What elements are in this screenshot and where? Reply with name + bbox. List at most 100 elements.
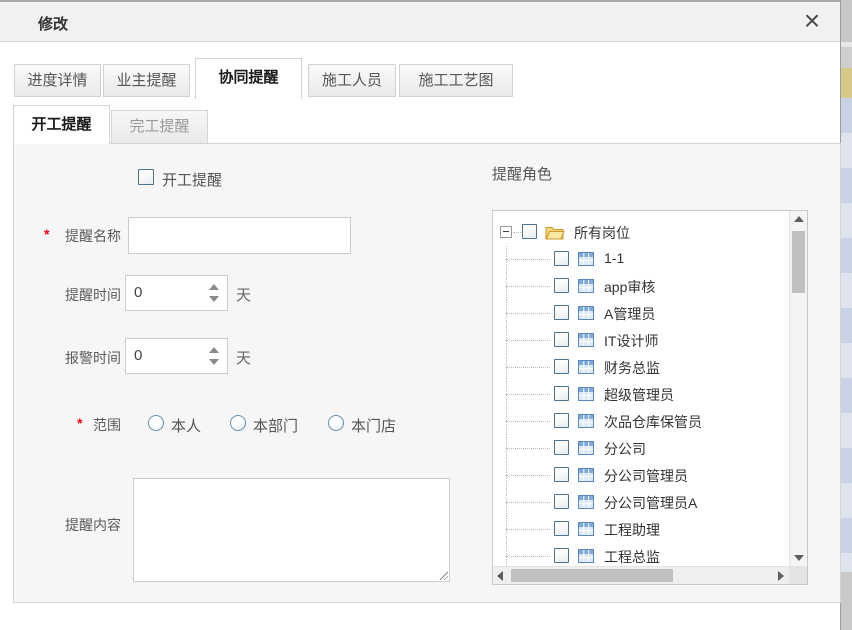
tree-row: IT设计师	[493, 327, 789, 354]
tree-root-label[interactable]: 所有岗位	[574, 223, 630, 243]
horizontal-scroll-track[interactable]	[509, 567, 773, 584]
start-reminder-panel: 开工提醒 * 提醒名称 提醒时间 0 天 报警时间 0	[13, 143, 841, 603]
subtab-start-reminder[interactable]: 开工提醒	[13, 105, 110, 144]
role-table-icon	[578, 359, 594, 378]
scroll-right-icon[interactable]	[773, 567, 789, 584]
remind-time-label: 提醒时间	[54, 285, 121, 305]
scope-radio-store[interactable]	[328, 415, 344, 431]
role-label[interactable]: app审核	[604, 277, 655, 297]
role-checkbox[interactable]	[554, 251, 569, 266]
role-table-icon	[578, 467, 594, 486]
remind-time-stepper[interactable]: 0	[125, 275, 228, 311]
role-label[interactable]: 超级管理员	[604, 385, 674, 405]
alarm-time-unit: 天	[236, 347, 251, 368]
role-label[interactable]: IT设计师	[604, 331, 658, 351]
role-table-icon	[578, 440, 594, 459]
role-label[interactable]: 工程总监	[604, 547, 660, 566]
role-checkbox[interactable]	[554, 548, 569, 563]
reminder-name-input[interactable]	[128, 217, 351, 254]
reminder-content-label: 提醒内容	[54, 515, 121, 535]
role-label[interactable]: 次品仓库保管员	[604, 412, 702, 432]
tree-row: 分公司管理员	[493, 462, 789, 489]
tab-construction-staff[interactable]: 施工人员	[308, 64, 396, 97]
role-checkbox[interactable]	[554, 467, 569, 482]
role-table-icon	[578, 305, 594, 324]
vertical-scroll-thumb[interactable]	[792, 231, 805, 293]
tree-row: 1-1	[493, 246, 789, 273]
subtab-finish-reminder[interactable]: 完工提醒	[111, 110, 208, 144]
tab-collab-reminder[interactable]: 协同提醒	[195, 58, 302, 99]
role-label[interactable]: 财务总监	[604, 358, 660, 378]
scope-option-store-label: 本门店	[351, 415, 396, 436]
modify-dialog: 修改 × 进度详情 业主提醒 协同提醒 施工人员 施工工艺图 开工提醒 完工提醒…	[0, 0, 841, 630]
reminder-content-textarea[interactable]	[133, 478, 450, 582]
role-table-icon	[578, 521, 594, 540]
tab-process-diagram[interactable]: 施工工艺图	[399, 64, 513, 97]
tree-row: 次品仓库保管员	[493, 408, 789, 435]
role-checkbox[interactable]	[554, 386, 569, 401]
role-table-icon	[578, 332, 594, 351]
role-table-icon	[578, 494, 594, 513]
tab-owner-reminder[interactable]: 业主提醒	[103, 64, 190, 97]
enable-start-reminder-checkbox[interactable]	[138, 169, 154, 185]
required-marker: *	[44, 226, 49, 242]
role-label[interactable]: 工程助理	[604, 520, 660, 540]
tree-row: A管理员	[493, 300, 789, 327]
role-table-icon	[578, 386, 594, 405]
stepper-up-icon[interactable]	[209, 284, 219, 290]
scope-option-department-label: 本部门	[253, 415, 298, 436]
role-checkbox[interactable]	[554, 305, 569, 320]
role-table-icon	[578, 251, 594, 270]
roles-tree-content: 所有岗位 1-1 app审核 A管理员 IT设计师 财务总监 超级管理员 次品仓…	[493, 211, 789, 566]
role-checkbox[interactable]	[554, 332, 569, 347]
roles-header: 提醒角色	[492, 163, 552, 184]
role-label[interactable]: 分公司	[604, 439, 646, 459]
background-table-rows	[841, 98, 852, 572]
tab-progress-detail[interactable]: 进度详情	[14, 64, 101, 97]
role-checkbox[interactable]	[554, 494, 569, 509]
role-label[interactable]: 分公司管理员	[604, 466, 688, 486]
vertical-scrollbar[interactable]	[789, 211, 807, 566]
tree-row: 财务总监	[493, 354, 789, 381]
scope-radio-department[interactable]	[230, 415, 246, 431]
role-checkbox[interactable]	[554, 521, 569, 536]
role-label[interactable]: A管理员	[604, 304, 655, 324]
close-icon[interactable]: ×	[796, 4, 828, 38]
tree-row: 超级管理员	[493, 381, 789, 408]
scope-label: 范围	[54, 415, 121, 435]
tree-row: app审核	[493, 273, 789, 300]
role-checkbox[interactable]	[554, 359, 569, 374]
horizontal-scroll-thumb[interactable]	[511, 569, 673, 582]
tree-row: 分公司	[493, 435, 789, 462]
role-table-icon	[578, 548, 594, 566]
scope-radio-self[interactable]	[148, 415, 164, 431]
reminder-name-label: 提醒名称	[54, 226, 121, 246]
tree-row: 工程助理	[493, 516, 789, 543]
role-table-icon	[578, 278, 594, 297]
scope-option-self-label: 本人	[171, 415, 201, 436]
role-checkbox[interactable]	[554, 278, 569, 293]
alarm-time-stepper[interactable]: 0	[125, 338, 228, 374]
stepper-up-icon[interactable]	[209, 347, 219, 353]
vertical-scroll-track[interactable]	[790, 227, 807, 550]
roles-tree: 所有岗位 1-1 app审核 A管理员 IT设计师 财务总监 超级管理员 次品仓…	[492, 210, 808, 585]
remind-time-value: 0	[134, 284, 142, 301]
alarm-time-value: 0	[134, 347, 142, 364]
collapse-icon[interactable]	[500, 226, 512, 238]
scroll-down-icon[interactable]	[790, 550, 807, 566]
role-label[interactable]: 分公司管理员A	[604, 493, 697, 513]
scroll-left-icon[interactable]	[493, 567, 509, 584]
enable-start-reminder-label: 开工提醒	[162, 169, 222, 190]
scroll-up-icon[interactable]	[790, 211, 807, 227]
role-table-icon	[578, 413, 594, 432]
stepper-down-icon[interactable]	[209, 359, 219, 365]
role-label[interactable]: 1-1	[604, 250, 624, 266]
role-checkbox[interactable]	[554, 440, 569, 455]
alarm-time-label: 报警时间	[54, 348, 121, 368]
tree-row: 分公司管理员A	[493, 489, 789, 516]
role-checkbox[interactable]	[554, 413, 569, 428]
stepper-down-icon[interactable]	[209, 296, 219, 302]
tree-root-checkbox[interactable]	[522, 224, 537, 239]
horizontal-scrollbar[interactable]	[493, 566, 807, 584]
dialog-title: 修改	[38, 13, 68, 34]
